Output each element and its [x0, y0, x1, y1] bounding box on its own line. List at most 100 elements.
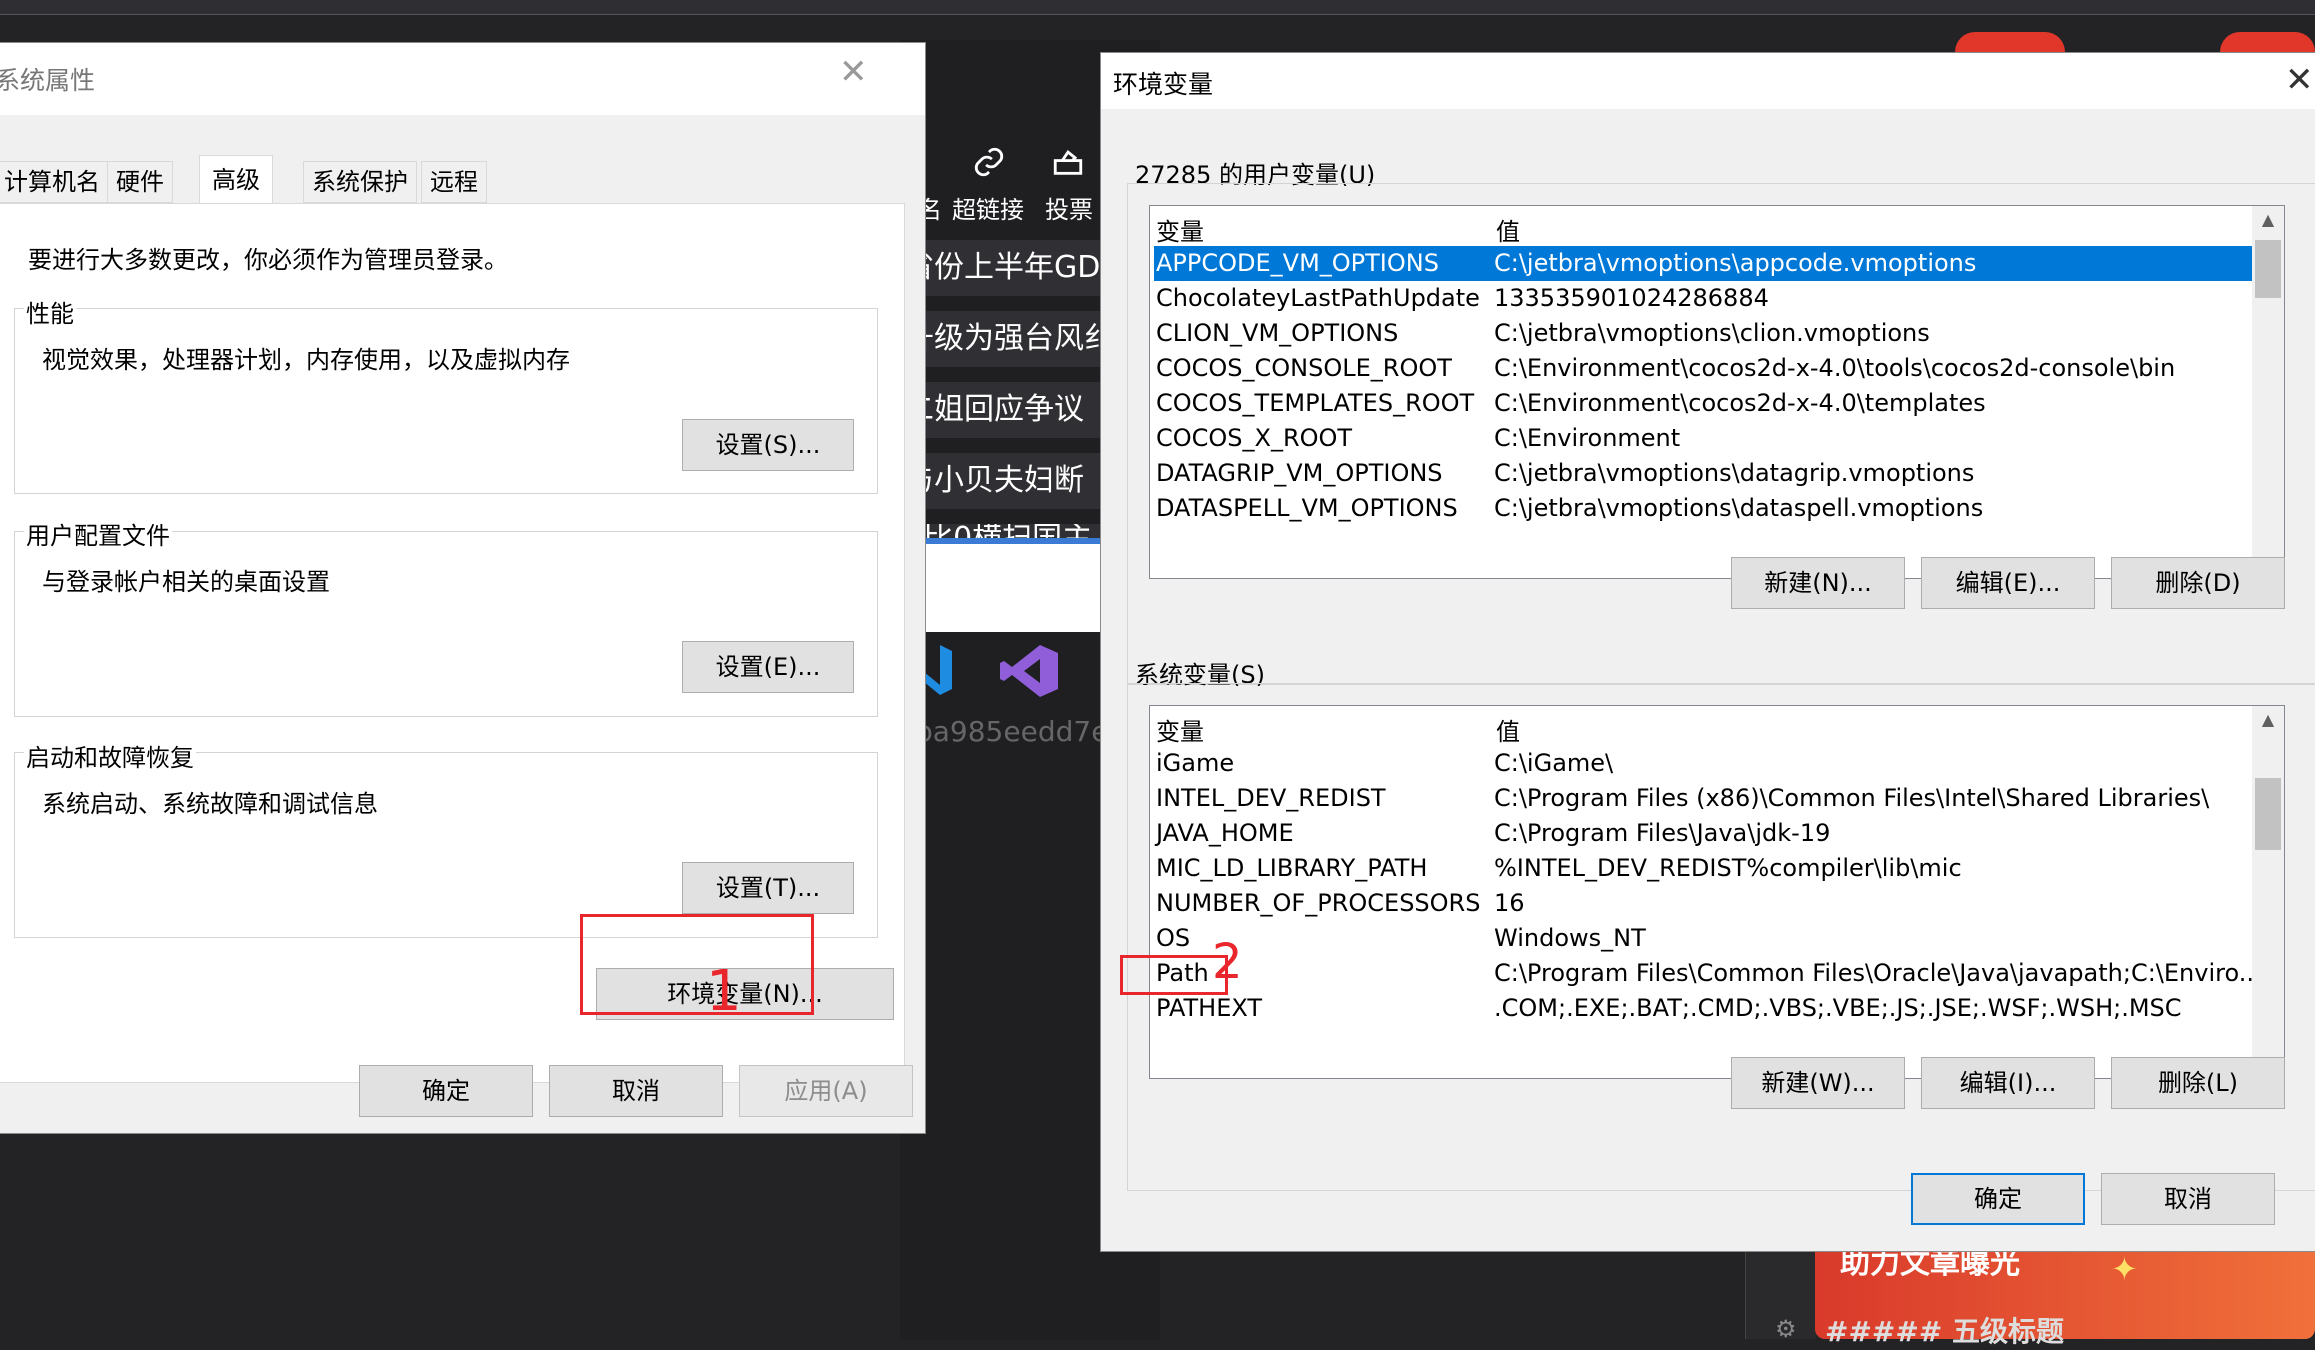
variable-value: C:\Program Files\Common Files\Oracle\Jav… — [1494, 959, 2262, 987]
variable-name: APPCODE_VM_OPTIONS — [1156, 249, 1439, 277]
startup-recovery-group-label: 启动和故障恢复 — [24, 738, 196, 773]
delete-user-variable-button[interactable]: 删除(D) — [2111, 557, 2285, 609]
variable-name: COCOS_X_ROOT — [1156, 424, 1353, 452]
scrollbar-thumb[interactable] — [2255, 778, 2281, 850]
ok-button[interactable]: 确定 — [1911, 1173, 2085, 1225]
variable-name: DATAGRIP_VM_OPTIONS — [1156, 459, 1443, 487]
scroll-up-icon[interactable]: ▲ — [2252, 710, 2284, 729]
background-headline: 2比0横扫国主 — [900, 524, 1100, 538]
vertical-scrollbar[interactable]: ▲ ▼ — [2252, 206, 2284, 578]
user-profile-description: 与登录帐户相关的桌面设置 — [42, 568, 330, 596]
variable-name: JAVA_HOME — [1156, 819, 1294, 847]
edit-system-variable-button[interactable]: 编辑(I)... — [1921, 1057, 2095, 1109]
performance-group-label: 性能 — [24, 294, 76, 329]
background-headline: 与小贝夫妇断 — [900, 453, 1100, 509]
annotation-number-2: 2 — [1212, 934, 1243, 990]
column-header-variable[interactable]: 变量 — [1156, 212, 1204, 247]
ok-button[interactable]: 确定 — [359, 1065, 533, 1117]
tab-system-protection[interactable]: 系统保护 — [303, 161, 417, 203]
background-headline: 二姐回应争议 — [900, 382, 1100, 438]
tab-hardware[interactable]: 硬件 — [107, 161, 173, 203]
variable-name: MIC_LD_LIBRARY_PATH — [1156, 854, 1428, 882]
background-hash-text: ba985eedd7e — [915, 715, 1109, 748]
new-user-variable-button[interactable]: 新建(N)... — [1731, 557, 1905, 609]
background-headline: 省份上半年GDP — [900, 240, 1100, 296]
edit-user-variable-button[interactable]: 编辑(E)... — [1921, 557, 2095, 609]
annotation-box-1 — [580, 914, 814, 1015]
tab-label: 高级 — [212, 166, 260, 194]
column-header-variable[interactable]: 变量 — [1156, 712, 1204, 747]
column-header-value[interactable]: 值 — [1496, 212, 1520, 247]
admin-notice: 要进行大多数更改，你必须作为管理员登录。 — [28, 246, 508, 274]
delete-system-variable-button[interactable]: 删除(L) — [2111, 1057, 2285, 1109]
tab-computer-name[interactable]: 计算机名 — [0, 161, 109, 203]
variable-value: C:\Environment — [1494, 424, 1681, 452]
startup-recovery-description: 系统启动、系统故障和调试信息 — [42, 790, 378, 818]
variable-value: %INTEL_DEV_REDIST%compiler\lib\mic — [1494, 854, 1962, 882]
tab-advanced[interactable]: 高级 — [199, 155, 273, 205]
variable-name: OS — [1156, 924, 1191, 952]
background-top-bar — [0, 0, 2315, 15]
toolbar-vote-label: 投票 — [1045, 196, 1093, 224]
title-bar — [0, 43, 925, 115]
tab-remote[interactable]: 远程 — [421, 161, 487, 203]
tab-label: 硬件 — [116, 168, 164, 196]
variable-value: C:\jetbra\vmoptions\clion.vmoptions — [1494, 319, 1930, 347]
environment-variables-dialog: 环境变量 ✕ 27285 的用户变量(U) 变量 值 APPCODE_VM_OP… — [1100, 52, 2315, 1252]
visual-studio-icon — [1000, 645, 1058, 703]
performance-description: 视觉效果，处理器计划，内存使用，以及虚拟内存 — [42, 346, 570, 374]
table-row[interactable]: APPCODE_VM_OPTIONS C:\jetbra\vmoptions\ap… — [1154, 246, 2252, 281]
tab-label: 远程 — [430, 168, 478, 196]
vertical-scrollbar[interactable]: ▲ ▼ — [2252, 706, 2284, 1078]
variable-name: COCOS_TEMPLATES_ROOT — [1156, 389, 1475, 417]
dialog-title: 环境变量 — [1113, 70, 1214, 99]
background-white-strip — [915, 538, 1100, 632]
column-header-value[interactable]: 值 — [1496, 712, 1520, 747]
heading5-text: ##### 五级标题 — [1825, 1315, 2065, 1348]
background-headline: 升级为强台风纟 — [900, 311, 1100, 367]
variable-value: C:\Program Files\Java\jdk-19 — [1494, 819, 1831, 847]
annotation-number-1: 1 — [706, 959, 742, 1024]
variable-value: C:\iGame\ — [1494, 749, 1614, 777]
dialog-title: 系统属性 — [0, 66, 96, 95]
new-system-variable-button[interactable]: 新建(W)... — [1731, 1057, 1905, 1109]
vote-icon — [1050, 145, 1086, 186]
performance-settings-button[interactable]: 设置(S)... — [682, 419, 854, 471]
user-variables-list[interactable]: 变量 值 APPCODE_VM_OPTIONS C:\jetbra\vmoptio… — [1149, 205, 2285, 579]
variable-name: COCOS_CONSOLE_ROOT — [1156, 354, 1452, 382]
toolbar-link-label: 超链接 — [952, 196, 1024, 224]
title-bar — [1101, 53, 2315, 109]
startup-settings-button[interactable]: 设置(T)... — [682, 862, 854, 914]
close-icon[interactable]: ✕ — [839, 55, 868, 89]
user-profile-settings-button[interactable]: 设置(E)... — [682, 641, 854, 693]
sparkle-icon: ✦ — [2111, 1250, 2138, 1288]
variable-name: PATHEXT — [1156, 994, 1263, 1022]
variable-value: C:\Environment\cocos2d-x-4.0\tools\cocos… — [1494, 354, 2176, 382]
cancel-button[interactable]: 取消 — [549, 1065, 723, 1117]
user-profile-group-label: 用户配置文件 — [24, 516, 172, 551]
close-icon[interactable]: ✕ — [2285, 63, 2314, 97]
variable-name: CLION_VM_OPTIONS — [1156, 319, 1399, 347]
variable-value: C:\jetbra\vmoptions\appcode.vmoptions — [1494, 249, 1977, 277]
system-variables-list[interactable]: 变量 值 iGame C:\iGame\ INTEL_DEV_REDIST C:\P… — [1149, 705, 2285, 1079]
tab-label: 系统保护 — [312, 168, 408, 196]
variable-name: iGame — [1156, 749, 1235, 777]
scrollbar-thumb[interactable] — [2255, 240, 2281, 298]
variable-name: NUMBER_OF_PROCESSORS — [1156, 889, 1481, 917]
variable-value: C:\Environment\cocos2d-x-4.0\templates — [1494, 389, 1986, 417]
variable-value: C:\jetbra\vmoptions\dataspell.vmoptions — [1494, 494, 1984, 522]
cancel-button[interactable]: 取消 — [2101, 1173, 2275, 1225]
variable-name: ChocolateyLastPathUpdate — [1156, 284, 1480, 312]
scroll-up-icon[interactable]: ▲ — [2252, 210, 2284, 229]
variable-value: C:\Program Files (x86)\Common Files\Inte… — [1494, 784, 2210, 812]
variable-value: Windows_NT — [1494, 924, 1646, 952]
variable-name: INTEL_DEV_REDIST — [1156, 784, 1386, 812]
variable-value: 133535901024286884 — [1494, 284, 1769, 312]
variable-name: DATASPELL_VM_OPTIONS — [1156, 494, 1458, 522]
tab-label: 计算机名 — [4, 168, 100, 196]
variable-value: C:\jetbra\vmoptions\datagrip.vmoptions — [1494, 459, 1975, 487]
apply-button[interactable]: 应用(A) — [739, 1065, 913, 1117]
variable-value: 16 — [1494, 889, 1525, 917]
link-icon — [972, 145, 1006, 186]
variable-value: .COM;.EXE;.BAT;.CMD;.VBS;.VBE;.JS;.JSE;.… — [1494, 994, 2182, 1022]
